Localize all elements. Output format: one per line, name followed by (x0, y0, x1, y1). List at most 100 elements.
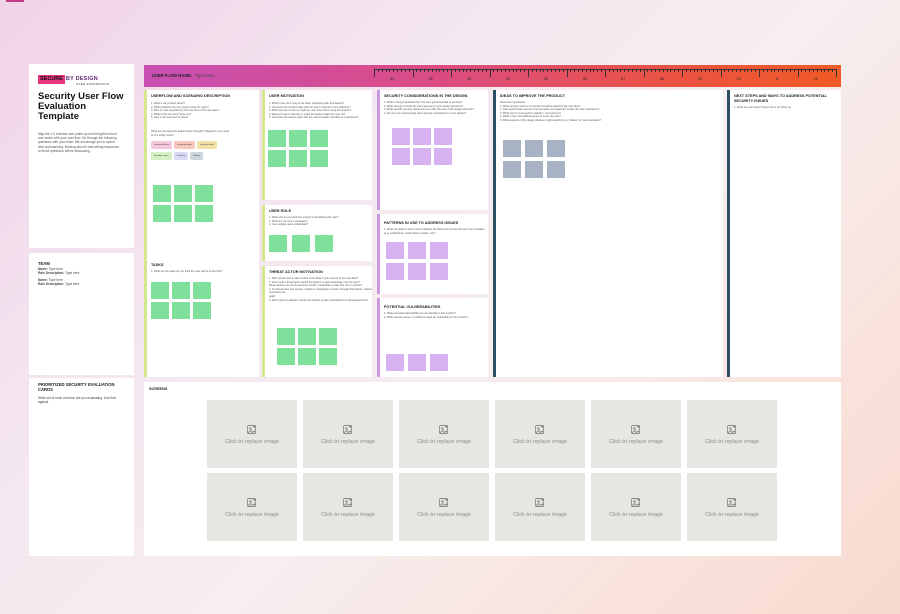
motivation-questions: 1. What is the user trying to do when in… (269, 102, 359, 120)
ruler-number: 06 (582, 77, 587, 81)
vulnerabilities-questions: 1. What potential vulnerabilities do you… (384, 312, 468, 319)
sticky-note[interactable] (174, 185, 192, 202)
sticky-note[interactable] (392, 128, 410, 145)
pill-possible-errors[interactable]: Possible errors (151, 152, 172, 160)
threat-stickies (277, 328, 337, 365)
pill-criticality[interactable]: Criticality (173, 152, 189, 160)
sticky-note[interactable] (503, 161, 521, 178)
pill-scenario-ends[interactable]: Scenario Ends (196, 141, 218, 149)
user-flow-header: USER FLOW NAME: Type here... 01 02 03 04 05 06… (144, 65, 841, 87)
user-flow-name[interactable]: USER FLOW NAME: Type here... (152, 73, 217, 78)
sticky-note[interactable] (277, 348, 295, 365)
image-placeholder[interactable]: Click to replace image (399, 473, 489, 541)
sticky-note[interactable] (319, 328, 337, 345)
sticky-note[interactable] (525, 140, 543, 157)
sticky-note[interactable] (547, 140, 565, 157)
sticky-note[interactable] (153, 205, 171, 222)
sticky-note[interactable] (434, 148, 452, 165)
sticky-note[interactable] (277, 328, 295, 345)
image-placeholder[interactable]: Click to replace image (207, 400, 297, 468)
replace-image-label: Click to replace image (512, 511, 568, 518)
ruler-number: 08 (659, 77, 664, 81)
sticky-note[interactable] (408, 242, 426, 259)
replace-image-icon (439, 497, 448, 507)
team-member-1[interactable]: Name: Type here Role Description: Type h… (38, 267, 79, 276)
image-placeholder[interactable]: Click to replace image (207, 473, 297, 541)
sticky-note[interactable] (195, 205, 213, 222)
image-placeholder[interactable]: Click to replace image (687, 400, 777, 468)
threat-actor-section: THREAT ACTOR MOTIVATION 1. Who would wan… (262, 266, 372, 377)
team-member-2[interactable]: Name: Type here Role Description: Type h… (38, 278, 79, 287)
sticky-note[interactable] (195, 185, 213, 202)
template-description: Map the 1-5 relevant user paths up and b… (38, 132, 119, 153)
sticky-note[interactable] (269, 235, 287, 252)
ruler-tick (528, 69, 529, 77)
threat-title: THREAT ACTOR MOTIVATION (269, 270, 323, 274)
replace-image-label: Click to replace image (416, 511, 472, 518)
sticky-note[interactable] (386, 263, 404, 280)
sticky-note[interactable] (298, 328, 316, 345)
sticky-note[interactable] (430, 263, 448, 280)
patterns-section: PATTERNS IN USE TO ADDRESS ISSUES 1. Wha… (377, 214, 488, 294)
section-accent-bar (493, 90, 496, 377)
userflow-hint: What are the steps the feature flows thr… (151, 130, 230, 137)
sticky-note[interactable] (268, 130, 286, 147)
pill-scenario-steps[interactable]: Scenario Steps (173, 141, 195, 149)
sticky-note[interactable] (413, 148, 431, 165)
sticky-note[interactable] (310, 150, 328, 167)
sticky-note[interactable] (434, 128, 452, 145)
prioritized-text[interactable]: Write out of most common are you evaluat… (38, 396, 118, 405)
image-placeholder[interactable]: Click to replace image (495, 400, 585, 468)
replace-image-icon (535, 424, 544, 434)
top-accent-line (6, 0, 24, 2)
image-placeholder[interactable]: Click to replace image (591, 400, 681, 468)
userflow-section: USERFLOW AND SCENARIO DESCRIPTION 1. Wha… (144, 90, 259, 377)
sticky-note[interactable] (408, 263, 426, 280)
image-placeholder[interactable]: Click to replace image (687, 473, 777, 541)
pill-scenario-starts[interactable]: Scenario Starts (151, 141, 172, 149)
sticky-note[interactable] (392, 148, 410, 165)
sticky-note[interactable] (174, 205, 192, 222)
sticky-note[interactable] (386, 354, 404, 371)
userflow-questions: 1. What is the product about? 2. What pro… (151, 102, 220, 120)
user-role-section: USER ROLE 1. What role do you think the … (262, 205, 372, 261)
sticky-note[interactable] (310, 130, 328, 147)
sticky-note[interactable] (289, 150, 307, 167)
pill-rating[interactable]: Rating (190, 152, 203, 160)
replace-image-icon (343, 424, 352, 434)
image-placeholder[interactable]: Click to replace image (399, 400, 489, 468)
sticky-note[interactable] (193, 302, 211, 319)
sticky-note[interactable] (151, 302, 169, 319)
ruler-tick (720, 69, 721, 77)
image-placeholder[interactable]: Click to replace image (303, 473, 393, 541)
sticky-note[interactable] (292, 235, 310, 252)
sticky-note[interactable] (503, 140, 521, 157)
team-heading: TEAM (38, 261, 50, 266)
sticky-note[interactable] (153, 185, 171, 202)
sticky-note[interactable] (298, 348, 316, 365)
security-stickies (392, 128, 452, 165)
sticky-note[interactable] (386, 242, 404, 259)
sticky-note[interactable] (289, 130, 307, 147)
sticky-note[interactable] (408, 354, 426, 371)
sticky-note[interactable] (430, 242, 448, 259)
prioritized-cards: PRIORITIZED SECURITY EVALUATION CARDS Wr… (29, 378, 134, 556)
sticky-note[interactable] (151, 282, 169, 299)
image-placeholder[interactable]: Click to replace image (591, 473, 681, 541)
section-accent-bar (377, 90, 380, 210)
sticky-note[interactable] (525, 161, 543, 178)
sticky-note[interactable] (315, 235, 333, 252)
team-card: TEAM Name: Type here Role Description: T… (29, 253, 134, 375)
sticky-note[interactable] (172, 302, 190, 319)
security-considerations-section: SECURITY CONSIDERATIONS IN THE DESIGN 1.… (377, 90, 488, 210)
image-placeholder[interactable]: Click to replace image (495, 473, 585, 541)
sticky-note[interactable] (547, 161, 565, 178)
image-placeholder[interactable]: Click to replace image (303, 400, 393, 468)
sticky-note[interactable] (413, 128, 431, 145)
sticky-note[interactable] (193, 282, 211, 299)
sticky-note[interactable] (430, 354, 448, 371)
sticky-note[interactable] (268, 150, 286, 167)
sticky-note[interactable] (172, 282, 190, 299)
sticky-note[interactable] (319, 348, 337, 365)
patterns-stickies (386, 242, 448, 280)
